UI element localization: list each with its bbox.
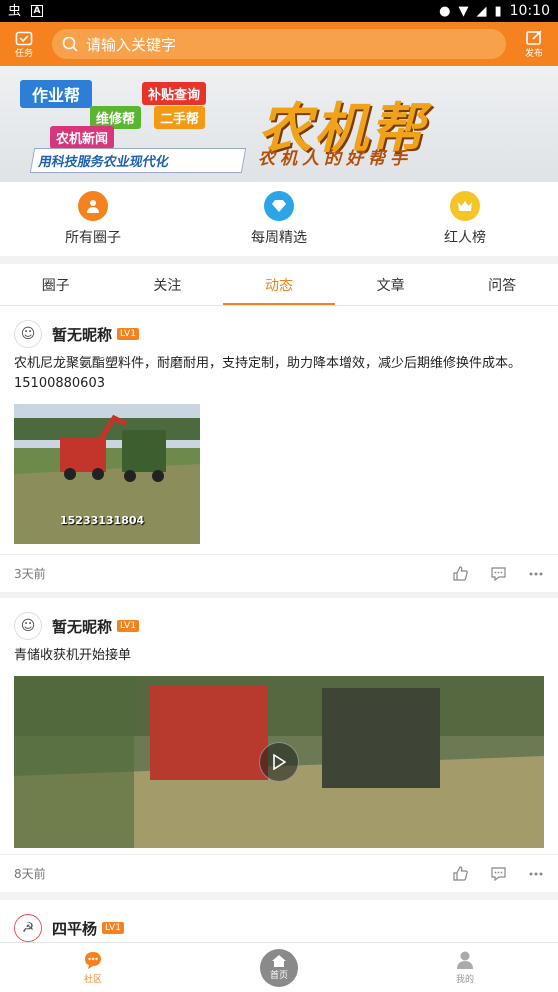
nav-label: 我的 [455,975,474,985]
clock: 10:10 [509,3,550,19]
level-badge: LV1 [117,620,139,632]
people-icon [78,191,108,221]
search-input[interactable]: 请输入关键字 [52,29,506,59]
feed-post[interactable]: ☺ 暂无昵称 LV1 农机尼龙聚氨酯塑料件，耐磨耐用，支持定制，助力降本增效，减… [0,306,558,592]
bottom-nav: 社区 首页 我的 [0,942,558,992]
like-icon[interactable] [452,566,468,582]
quick-leaderboard[interactable]: 红人榜 [372,182,558,256]
crown-icon [450,191,480,221]
username[interactable]: 四平杨 [52,918,97,939]
app-a-icon: A [31,5,44,17]
banner-tag: 二手帮 [154,106,206,129]
notification-icon: 虫 [8,3,22,19]
avatar[interactable]: ☺ [14,612,42,640]
battery-icon: ▮ [494,3,502,19]
home-circle: 首页 [260,948,298,987]
avatar[interactable]: ☺ [14,320,42,348]
search-icon [62,36,78,52]
status-bar: 虫 A ● ▼ ◢ ▮ 10:10 [0,0,558,22]
user-icon [457,951,473,969]
quick-label: 所有圈子 [65,230,121,246]
username[interactable]: 暂无昵称 [52,616,112,637]
task-button[interactable]: 任务 [8,30,40,59]
publish-label: 发布 [524,48,543,59]
nav-label: 首页 [269,971,288,981]
comment-icon[interactable] [490,566,506,582]
post-video[interactable] [14,676,544,848]
quick-weekly-picks[interactable]: 每周精选 [186,182,372,256]
post-time: 8天前 [14,867,46,881]
more-icon[interactable] [528,866,544,882]
diamond-icon [264,191,294,221]
chat-icon [85,952,101,969]
play-button[interactable] [259,742,299,782]
banner-tag: 农机新闻 [50,126,115,149]
location-icon: ● [439,3,451,19]
username[interactable]: 暂无昵称 [52,324,112,345]
nav-home[interactable]: 首页 [186,943,372,992]
tab-feed[interactable]: 动态 [223,264,335,305]
nav-label: 社区 [83,975,102,985]
banner-motto: 农机人的好帮手 [258,149,412,169]
content-tabs: 圈子 关注 动态 文章 问答 [0,264,558,306]
task-label: 任务 [14,48,33,59]
quick-entries: 所有圈子 每周精选 红人榜 [0,182,558,256]
more-icon[interactable] [528,566,544,582]
post-text: 农机尼龙聚氨酯塑料件，耐磨耐用，支持定制，助力降本增效，减少后期维修换件成本。1… [14,356,522,391]
promo-banner[interactable]: 作业帮 补贴查询 维修帮 二手帮 农机新闻 用科技服务农业现代化 农机帮 农机人… [0,66,558,182]
search-placeholder: 请输入关键字 [86,35,177,54]
nav-profile[interactable]: 我的 [372,943,558,992]
quick-label: 每周精选 [251,230,307,246]
calendar-icon [15,31,33,45]
level-badge: LV1 [102,922,124,934]
publish-button[interactable]: 发布 [518,29,550,59]
quick-all-circles[interactable]: 所有圈子 [0,182,186,256]
level-badge: LV1 [117,328,139,340]
tab-qa[interactable]: 问答 [446,264,558,305]
edit-icon [526,29,542,45]
banner-slogan: 用科技服务农业现代化 [29,148,247,173]
quick-label: 红人榜 [444,230,486,246]
nav-community[interactable]: 社区 [0,943,186,992]
comment-icon[interactable] [490,866,506,882]
tab-circles[interactable]: 圈子 [0,264,112,305]
home-icon [272,955,286,967]
banner-tag: 作业帮 [20,80,93,108]
feed-post[interactable]: ☭ 四平杨 LV1 [0,900,558,942]
post-text: 青储收获机开始接单 [14,648,132,663]
top-header: 任务 请输入关键字 发布 [0,22,558,66]
image-watermark: 15233131804 [60,514,145,527]
post-image[interactable]: 15233131804 [14,404,200,544]
tab-articles[interactable]: 文章 [335,264,447,305]
wifi-icon: ▼ [458,3,469,19]
feed-post[interactable]: ☺ 暂无昵称 LV1 青储收获机开始接单 8天前 [0,598,558,892]
avatar[interactable]: ☭ [14,914,42,942]
play-icon [273,754,286,770]
tab-following[interactable]: 关注 [112,264,224,305]
signal-icon: ◢ [476,3,487,19]
banner-tag: 补贴查询 [142,82,207,105]
like-icon[interactable] [452,866,468,882]
post-time: 3天前 [14,567,46,581]
